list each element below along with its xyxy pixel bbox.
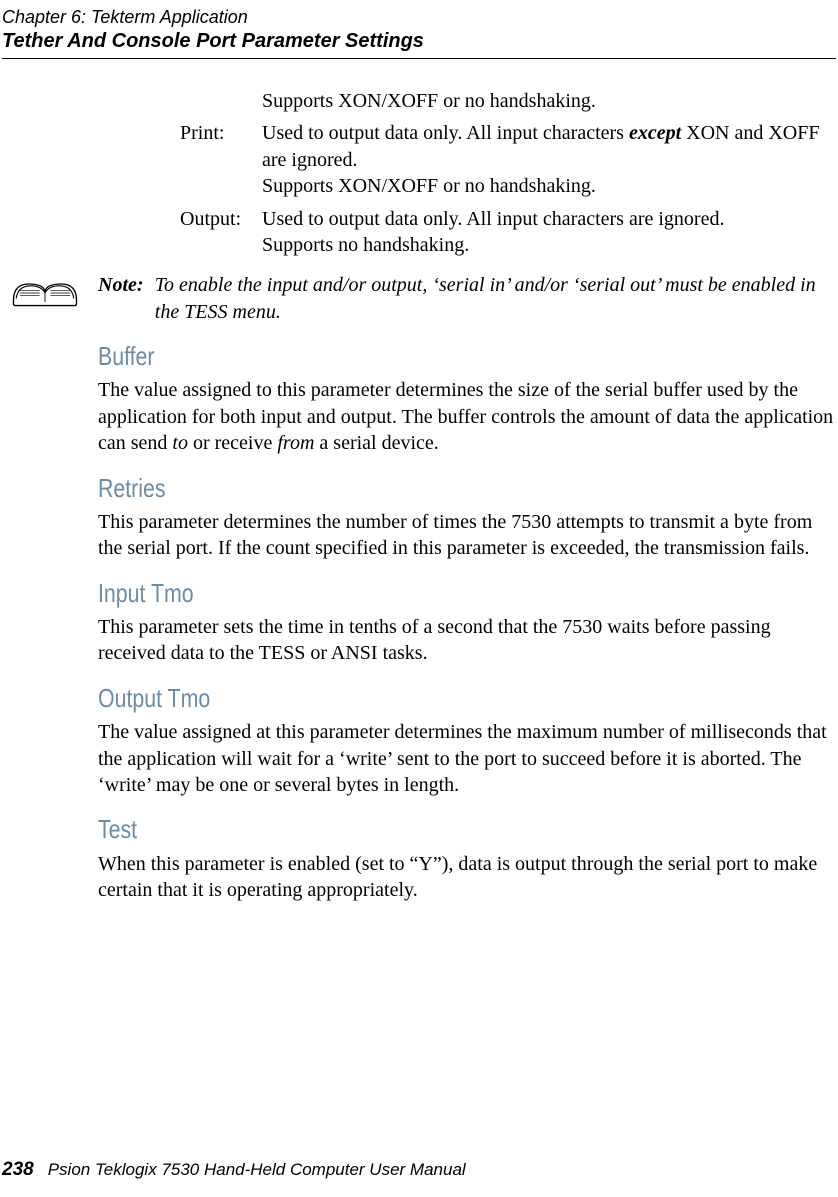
section-head-input-tmo: Input Tmo <box>98 576 703 610</box>
page-header: Chapter 6: Tekterm Application Tether An… <box>2 6 836 54</box>
header-chapter: Chapter 6: Tekterm Application <box>2 6 836 29</box>
buffer-to: to <box>172 432 188 454</box>
buffer-b: or receive <box>188 432 277 454</box>
footer-title: Psion Teklogix 7530 Hand-Held Computer U… <box>48 1160 466 1179</box>
def-print-label: Print: <box>180 120 262 199</box>
book-icon <box>0 272 90 325</box>
page-footer: 238 Psion Teklogix 7530 Hand-Held Compute… <box>2 1159 466 1181</box>
note-body: To enable the input and/or output, ‘seri… <box>155 272 836 325</box>
def-print-body: Used to output data only. All input char… <box>262 120 836 199</box>
def-output-label: Output: <box>180 206 262 259</box>
content-area: Supports XON/XOFF or no handshaking. Pri… <box>98 88 836 909</box>
note-text: Note: To enable the input and/or output,… <box>90 272 836 325</box>
section-body-buffer: The value assigned to this parameter det… <box>98 377 836 456</box>
header-rule <box>2 58 836 59</box>
buffer-from: from <box>277 432 314 454</box>
section-body-input-tmo: This parameter sets the time in tenths o… <box>98 614 836 667</box>
section-body-test: When this parameter is enabled (set to “… <box>98 851 836 904</box>
print-except: except <box>629 122 681 144</box>
output-line1: Used to output data only. All input char… <box>262 206 836 232</box>
def-output-body: Used to output data only. All input char… <box>262 206 836 259</box>
section-head-test: Test <box>98 812 703 846</box>
section-head-buffer: Buffer <box>98 339 703 373</box>
section-head-retries: Retries <box>98 471 703 505</box>
pre-line: Supports XON/XOFF or no handshaking. <box>262 88 836 114</box>
print-line1a: Used to output data only. All input char… <box>262 122 629 144</box>
def-print: Print: Used to output data only. All inp… <box>180 120 836 199</box>
section-body-retries: This parameter determines the number of … <box>98 509 836 562</box>
page-number: 238 <box>2 1159 34 1180</box>
def-output: Output: Used to output data only. All in… <box>180 206 836 259</box>
note-block: Note: To enable the input and/or output,… <box>0 272 836 325</box>
print-line2: Supports XON/XOFF or no handshaking. <box>262 173 836 199</box>
note-label: Note: <box>98 272 155 325</box>
header-section: Tether And Console Port Parameter Settin… <box>2 29 836 54</box>
output-line2: Supports no handshaking. <box>262 232 836 258</box>
page: Chapter 6: Tekterm Application Tether An… <box>0 0 838 1197</box>
section-body-output-tmo: The value assigned at this parameter det… <box>98 719 836 798</box>
buffer-c: a serial device. <box>314 432 438 454</box>
section-head-output-tmo: Output Tmo <box>98 681 703 715</box>
